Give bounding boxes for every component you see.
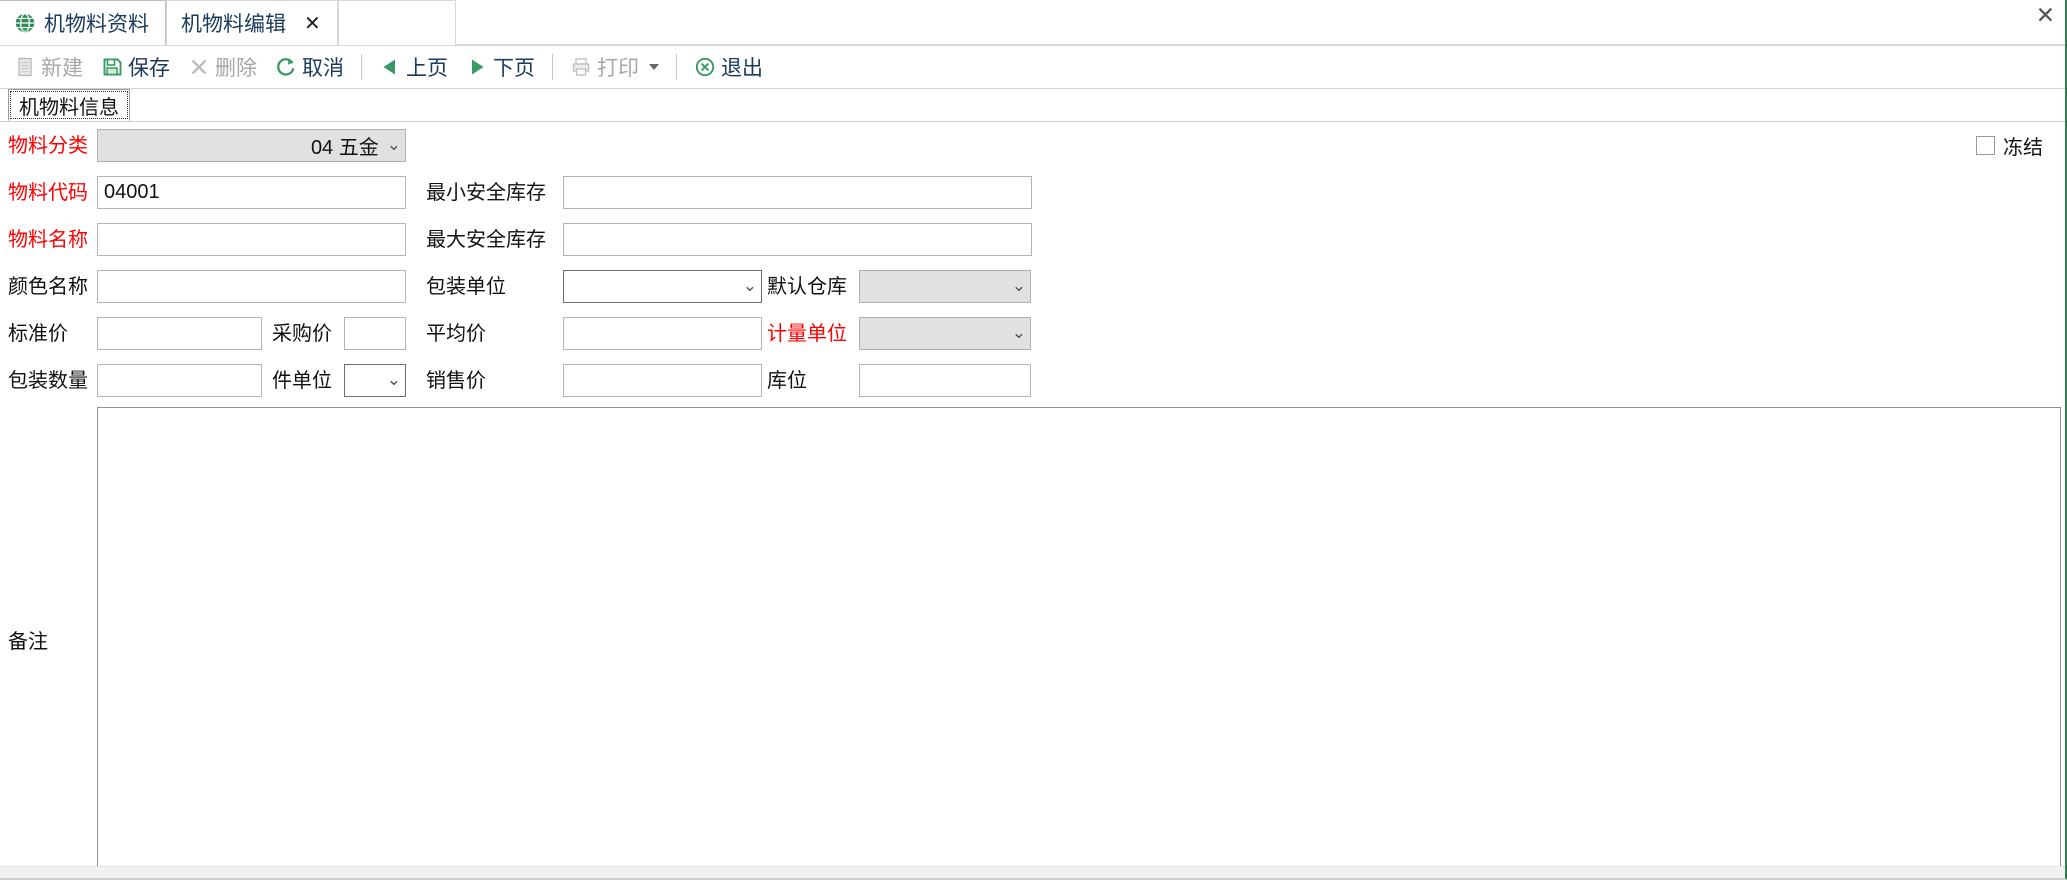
print-button[interactable]: 打印 bbox=[562, 49, 667, 85]
remarks-textarea[interactable] bbox=[97, 407, 2061, 872]
form-row-prices: 标准价 采购价 平均价 计量单位 ⌄ bbox=[0, 310, 2065, 357]
remarks-label: 备注 bbox=[8, 631, 48, 653]
material-name-input[interactable] bbox=[97, 223, 406, 256]
purchase-price-input[interactable] bbox=[344, 317, 406, 350]
toolbar-label: 打印 bbox=[597, 57, 639, 80]
min-safety-stock-input[interactable] bbox=[563, 176, 1032, 209]
toolbar-separator bbox=[361, 54, 362, 80]
form-row-category: 物料分类 04 五金 ⌄ 冻结 bbox=[0, 122, 2065, 169]
form-row-packing: 包装数量 件单位 ⌄ 销售价 库位 bbox=[0, 357, 2065, 404]
freeze-checkbox-group[interactable]: 冻结 bbox=[1976, 122, 2043, 169]
default-warehouse-label: 默认仓库 bbox=[767, 275, 847, 298]
new-document-icon bbox=[14, 56, 36, 78]
color-name-input[interactable] bbox=[97, 270, 406, 303]
material-category-select[interactable]: 04 五金 ⌄ bbox=[97, 129, 406, 162]
chevron-down-icon: ⌄ bbox=[386, 135, 401, 155]
packing-unit-label: 包装单位 bbox=[426, 275, 506, 298]
max-safety-stock-input[interactable] bbox=[563, 223, 1032, 256]
freeze-checkbox[interactable] bbox=[1976, 136, 1995, 155]
form-row-code: 物料代码 最小安全库存 bbox=[0, 169, 2065, 216]
toolbar-label: 删除 bbox=[215, 57, 257, 80]
window-close-icon[interactable]: ✕ bbox=[2036, 5, 2055, 28]
toolbar-label: 下页 bbox=[493, 57, 535, 80]
stock-location-label: 库位 bbox=[767, 369, 807, 392]
close-icon[interactable]: ✕ bbox=[304, 13, 321, 33]
chevron-down-icon: ⌄ bbox=[742, 276, 757, 296]
globe-icon bbox=[14, 12, 36, 34]
sales-price-input[interactable] bbox=[563, 364, 762, 397]
packing-unit-select[interactable]: ⌄ bbox=[563, 270, 762, 303]
freeze-label: 冻结 bbox=[2003, 137, 2043, 159]
new-button[interactable]: 新建 bbox=[6, 49, 91, 85]
toolbar-label: 上页 bbox=[406, 57, 448, 80]
inner-tab-strip: 机物料信息 bbox=[0, 89, 2065, 122]
packing-qty-input[interactable] bbox=[97, 364, 262, 397]
remarks-section: 备注 bbox=[0, 404, 2065, 872]
toolbar-separator bbox=[676, 54, 677, 80]
next-triangle-icon bbox=[466, 56, 488, 78]
tab-strip-filler bbox=[455, 0, 2065, 45]
material-edit-form: 物料分类 04 五金 ⌄ 冻结 物料代码 最小安全库存 物料名称 最大安全库存 bbox=[0, 122, 2065, 872]
material-category-value: 04 五金 bbox=[310, 137, 379, 159]
tab-placeholder bbox=[337, 0, 456, 45]
color-name-label: 颜色名称 bbox=[8, 275, 88, 298]
material-name-label: 物料名称 bbox=[8, 228, 88, 251]
next-page-button[interactable]: 下页 bbox=[458, 49, 543, 85]
printer-icon bbox=[570, 56, 592, 78]
application-window: 机物料资料 机物料编辑 ✕ ✕ 新建 保存 删除 取消 上页 下页 打印 退出 … bbox=[0, 0, 2067, 880]
piece-unit-select[interactable]: ⌄ bbox=[344, 364, 406, 397]
stock-location-input[interactable] bbox=[859, 364, 1031, 397]
measure-unit-label: 计量单位 bbox=[767, 322, 847, 345]
form-row-name: 物料名称 最大安全库存 bbox=[0, 216, 2065, 263]
refresh-cancel-icon bbox=[275, 56, 297, 78]
tab-material-edit[interactable]: 机物料编辑 ✕ bbox=[166, 0, 338, 45]
tab-material-list[interactable]: 机物料资料 bbox=[0, 0, 166, 45]
tab-label: 机物料编辑 bbox=[181, 13, 286, 36]
form-row-color: 颜色名称 包装单位 ⌄ 默认仓库 ⌄ bbox=[0, 263, 2065, 310]
max-safety-stock-label: 最大安全库存 bbox=[426, 228, 546, 251]
tab-label: 机物料资料 bbox=[44, 13, 149, 36]
packing-qty-label: 包装数量 bbox=[8, 369, 88, 392]
prev-triangle-icon bbox=[379, 56, 401, 78]
save-button[interactable]: 保存 bbox=[93, 49, 178, 85]
chevron-down-icon: ⌄ bbox=[1011, 276, 1026, 296]
toolbar-label: 取消 bbox=[302, 57, 344, 80]
toolbar: 新建 保存 删除 取消 上页 下页 打印 退出 bbox=[0, 46, 2065, 89]
delete-cross-icon bbox=[188, 56, 210, 78]
material-category-label: 物料分类 bbox=[8, 134, 88, 157]
average-price-input[interactable] bbox=[563, 317, 762, 350]
purchase-price-label: 采购价 bbox=[272, 322, 332, 345]
material-code-input[interactable] bbox=[97, 176, 406, 209]
chevron-down-icon: ⌄ bbox=[1011, 323, 1026, 343]
toolbar-label: 新建 bbox=[41, 57, 83, 80]
chevron-down-icon[interactable] bbox=[649, 64, 659, 70]
exit-circle-icon bbox=[694, 56, 716, 78]
default-warehouse-select[interactable]: ⌄ bbox=[859, 270, 1031, 303]
measure-unit-select[interactable]: ⌄ bbox=[859, 317, 1031, 350]
standard-price-label: 标准价 bbox=[8, 322, 68, 345]
piece-unit-label: 件单位 bbox=[272, 369, 332, 392]
sales-price-label: 销售价 bbox=[426, 369, 486, 392]
status-bar bbox=[0, 866, 2065, 878]
material-code-label: 物料代码 bbox=[8, 181, 88, 204]
exit-button[interactable]: 退出 bbox=[686, 49, 771, 85]
cancel-button[interactable]: 取消 bbox=[267, 49, 352, 85]
tab-strip: 机物料资料 机物料编辑 ✕ ✕ bbox=[0, 0, 2065, 46]
tab-material-info[interactable]: 机物料信息 bbox=[8, 89, 130, 121]
prev-page-button[interactable]: 上页 bbox=[371, 49, 456, 85]
chevron-down-icon: ⌄ bbox=[386, 370, 401, 390]
delete-button[interactable]: 删除 bbox=[180, 49, 265, 85]
min-safety-stock-label: 最小安全库存 bbox=[426, 181, 546, 204]
standard-price-input[interactable] bbox=[97, 317, 262, 350]
save-floppy-icon bbox=[101, 56, 123, 78]
toolbar-label: 退出 bbox=[721, 57, 763, 80]
inner-tab-label: 机物料信息 bbox=[19, 96, 119, 119]
toolbar-separator bbox=[552, 54, 553, 80]
toolbar-label: 保存 bbox=[128, 57, 170, 80]
average-price-label: 平均价 bbox=[426, 322, 486, 345]
